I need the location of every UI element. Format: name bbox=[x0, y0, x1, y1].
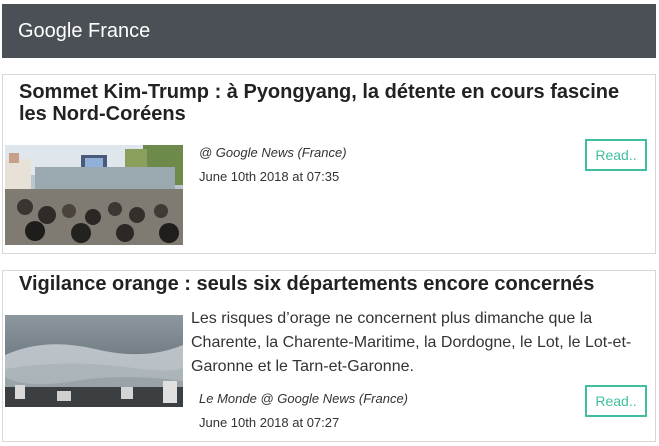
article-source: Le Monde @ Google News (France) bbox=[199, 391, 409, 406]
read-button[interactable]: Read.. bbox=[585, 385, 647, 417]
app-title: Google France bbox=[18, 20, 151, 42]
read-button[interactable]: Read.. bbox=[585, 139, 647, 171]
app-header: Google France bbox=[2, 4, 656, 58]
article-title[interactable]: Sommet Kim-Trump : à Pyongyang, la déten… bbox=[19, 81, 645, 125]
article-thumbnail[interactable] bbox=[5, 315, 183, 407]
article-date: June 10th 2018 at 07:27 bbox=[199, 415, 340, 430]
article-date: June 10th 2018 at 07:35 bbox=[199, 169, 340, 184]
article-title[interactable]: Vigilance orange : seuls six département… bbox=[19, 273, 645, 295]
article-thumbnail[interactable] bbox=[5, 145, 183, 245]
article-source: @ Google News (France) bbox=[199, 145, 347, 160]
article-card: Vigilance orange : seuls six département… bbox=[2, 270, 656, 442]
article-card: Sommet Kim-Trump : à Pyongyang, la déten… bbox=[2, 74, 656, 254]
article-description: Les risques d’orage ne concernent plus d… bbox=[191, 310, 632, 375]
